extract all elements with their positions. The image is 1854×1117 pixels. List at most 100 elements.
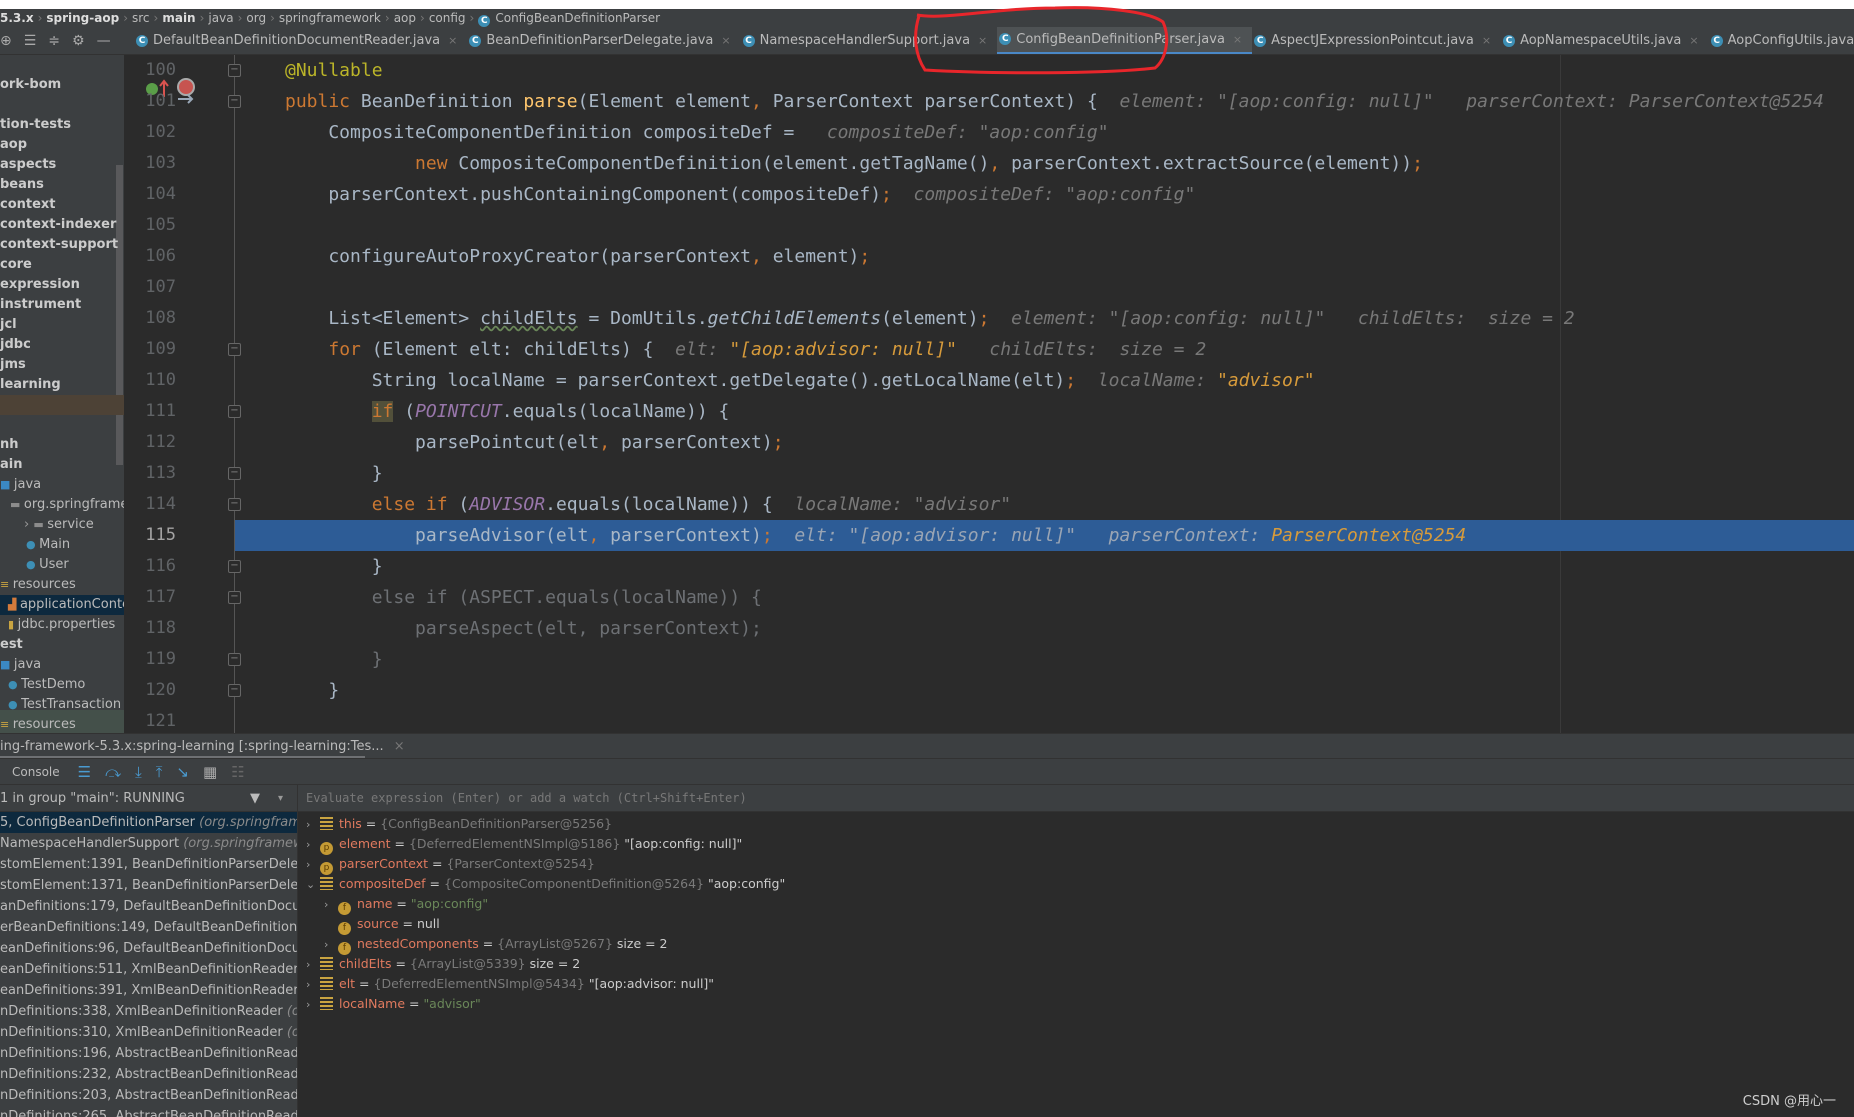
trace-icon[interactable]: ☷ xyxy=(231,763,244,781)
stack-frame[interactable]: 5, ConfigBeanDefinitionParser (org.sprin… xyxy=(0,812,297,833)
thread-selector[interactable]: 1 in group "main": RUNNING ▼ ▾ xyxy=(0,785,297,812)
tree-item[interactable]: nh xyxy=(0,435,124,455)
tree-item[interactable]: ▮ jdbc.properties xyxy=(0,615,124,635)
variable-row[interactable]: › this = {ConfigBeanDefinitionParser@5256… xyxy=(298,814,1854,834)
breadcrumb-item[interactable]: config xyxy=(429,11,466,25)
breadcrumb-item[interactable]: java xyxy=(208,11,233,25)
breadcrumb-item[interactable]: src xyxy=(132,11,150,25)
fold-marker-icon[interactable]: − xyxy=(228,684,241,697)
stack-frame[interactable]: nDefinitions:203, AbstractBeanDefinition… xyxy=(0,1085,297,1106)
fold-marker-icon[interactable]: − xyxy=(228,343,241,356)
step-out-icon[interactable]: ⤒ xyxy=(156,763,163,781)
tab-aopnamespaceutils[interactable]: C AopNamespaceUtils.java × xyxy=(1501,27,1709,54)
tree-item[interactable]: core xyxy=(0,255,124,275)
chevron-down-icon[interactable]: ▾ xyxy=(278,785,283,812)
tab-beandefinitionparserdelegate[interactable]: C BeanDefinitionParserDelegate.java × xyxy=(467,27,740,54)
tree-item[interactable]: ▬ org.springframew xyxy=(0,495,124,515)
variable-row[interactable]: ⌄ compositeDef = {CompositeComponentDefin… xyxy=(298,874,1854,894)
variable-row[interactable]: › p parserContext = {ParserContext@5254} xyxy=(298,854,1854,875)
tree-item[interactable]: instrument xyxy=(0,295,124,315)
filter-icon[interactable]: ▼ xyxy=(250,785,260,812)
code-editor[interactable]: 100 − @Nullable 101 − public BeanDefinition p… xyxy=(124,55,1854,733)
variable-row[interactable]: › f nestedComponents = {ArrayList@5267} si… xyxy=(298,934,1854,955)
tree-item[interactable] xyxy=(0,95,124,115)
chevron-right-icon[interactable]: › xyxy=(324,935,338,955)
tree-item[interactable]: tion-tests xyxy=(0,115,124,135)
chevron-right-icon[interactable]: › xyxy=(306,815,320,835)
close-icon[interactable]: × xyxy=(394,739,405,754)
stack-frame[interactable]: anDefinitions:179, DefaultBeanDefinition… xyxy=(0,896,297,917)
variable-row[interactable]: › elt = {DeferredElementNSImpl@5434} "[ao… xyxy=(298,974,1854,994)
tree-item[interactable]: ● TestTransaction xyxy=(0,695,124,715)
chevron-down-icon[interactable]: ⌄ xyxy=(306,875,320,895)
variable-row[interactable]: › p element = {DeferredElementNSImpl@5186}… xyxy=(298,834,1854,855)
fold-marker-icon[interactable]: − xyxy=(228,405,241,418)
layout-icon[interactable]: ☰ xyxy=(78,763,91,781)
tree-item[interactable]: ain xyxy=(0,455,124,475)
breadcrumb-item[interactable]: spring-aop xyxy=(46,11,119,25)
stack-frame[interactable]: NamespaceHandlerSupport (org.springframe… xyxy=(0,833,297,854)
evaluate-expression-input[interactable]: Evaluate expression (Enter) or add a wat… xyxy=(298,785,1854,812)
tab-namespacehandlersupport[interactable]: C NamespaceHandlerSupport.java × xyxy=(741,27,998,54)
chevron-right-icon[interactable]: › xyxy=(306,855,320,875)
tree-item[interactable]: ≡ resources xyxy=(0,715,124,733)
step-into-icon[interactable]: ⤓ xyxy=(135,763,142,781)
tree-item[interactable]: context-support xyxy=(0,235,124,255)
locate-icon[interactable]: ⊕ xyxy=(0,33,12,49)
tab-aopconfigutils[interactable]: CAopConfigUtils.java× xyxy=(1709,27,1854,54)
tree-item[interactable]: aspects xyxy=(0,155,124,175)
tab-defaultbeandefinitiondocumentreader[interactable]: C DefaultBeanDefinitionDocumentReader.jav… xyxy=(134,27,467,54)
stack-frame[interactable]: erBeanDefinitions:149, DefaultBeanDefini… xyxy=(0,917,297,938)
breadcrumb-item[interactable]: 5.3.x xyxy=(0,11,34,25)
close-icon[interactable]: × xyxy=(721,34,730,47)
tree-item[interactable]: context-indexer xyxy=(0,215,124,235)
breadcrumb-item[interactable]: springframework xyxy=(279,11,381,25)
variable-row[interactable]: › childElts = {ArrayList@5339} size = 2 xyxy=(298,954,1854,974)
variable-row[interactable]: › f name = "aop:config" xyxy=(298,894,1854,915)
chevron-right-icon[interactable]: › xyxy=(306,995,320,1015)
breadcrumb-item[interactable]: ConfigBeanDefinitionParser xyxy=(495,11,660,25)
breadcrumb-item[interactable]: aop xyxy=(394,11,416,25)
tree-item[interactable]: jms xyxy=(0,355,124,375)
stack-frame[interactable]: nDefinitions:232, AbstractBeanDefinition… xyxy=(0,1064,297,1085)
close-icon[interactable]: × xyxy=(448,34,457,47)
stack-frame[interactable]: eanDefinitions:96, DefaultBeanDefinition… xyxy=(0,938,297,959)
console-tab[interactable]: Console xyxy=(12,765,60,779)
debug-session-tab[interactable]: ing-framework-5.3.x:spring-learning [:sp… xyxy=(0,734,405,759)
tree-item[interactable]: ≡ resources xyxy=(0,575,124,595)
fold-marker-icon[interactable]: − xyxy=(228,653,241,666)
chevron-right-icon[interactable]: › xyxy=(24,517,33,532)
tree-item[interactable]: expression xyxy=(0,275,124,295)
gear-icon[interactable]: ⚙ xyxy=(72,33,85,49)
variable-row[interactable]: › localName = "advisor" xyxy=(298,994,1854,1014)
close-icon[interactable]: × xyxy=(1233,33,1242,46)
fold-marker-icon[interactable]: − xyxy=(228,498,241,511)
tree-item[interactable]: › ▬ service xyxy=(0,515,124,535)
close-icon[interactable]: × xyxy=(1689,34,1698,47)
fold-marker-icon[interactable]: − xyxy=(228,64,241,77)
evaluate-icon[interactable]: ▦ xyxy=(203,763,217,781)
stack-frame[interactable]: nDefinitions:338, XmlBeanDefinitionReade… xyxy=(0,1001,297,1022)
fold-marker-icon[interactable]: − xyxy=(228,591,241,604)
chevron-right-icon[interactable]: › xyxy=(306,955,320,975)
fold-marker-icon[interactable]: − xyxy=(228,560,241,573)
tree-item[interactable]: beans xyxy=(0,175,124,195)
tree-item[interactable]: learning xyxy=(0,375,124,395)
chevron-right-icon[interactable]: › xyxy=(306,975,320,995)
chevron-right-icon[interactable]: › xyxy=(306,835,320,855)
stack-frame[interactable]: eanDefinitions:391, XmlBeanDefinitionRea… xyxy=(0,980,297,1001)
stack-frame[interactable]: stomElement:1391, BeanDefinitionParserDe… xyxy=(0,854,297,875)
tree-item[interactable]: ■ java xyxy=(0,655,124,675)
tab-configbeandefinitionparser[interactable]: C ConfigBeanDefinitionParser.java × xyxy=(997,27,1253,54)
tree-item[interactable] xyxy=(0,415,124,435)
breadcrumb-item[interactable]: main xyxy=(162,11,195,25)
fold-marker-icon[interactable]: − xyxy=(228,95,241,108)
tree-item[interactable]: jdbc xyxy=(0,335,124,355)
step-over-icon[interactable]: ⤼ xyxy=(105,763,121,781)
tree-item[interactable]: ● Main xyxy=(0,535,124,555)
tree-item[interactable]: context xyxy=(0,195,124,215)
close-icon[interactable]: × xyxy=(1482,34,1491,47)
stack-frame[interactable]: nDefinitions:265, AbstractBeanDefinition… xyxy=(0,1106,297,1117)
tree-item[interactable]: ● TestDemo xyxy=(0,675,124,695)
stack-frame[interactable]: eanDefinitions:511, XmlBeanDefinitionRea… xyxy=(0,959,297,980)
